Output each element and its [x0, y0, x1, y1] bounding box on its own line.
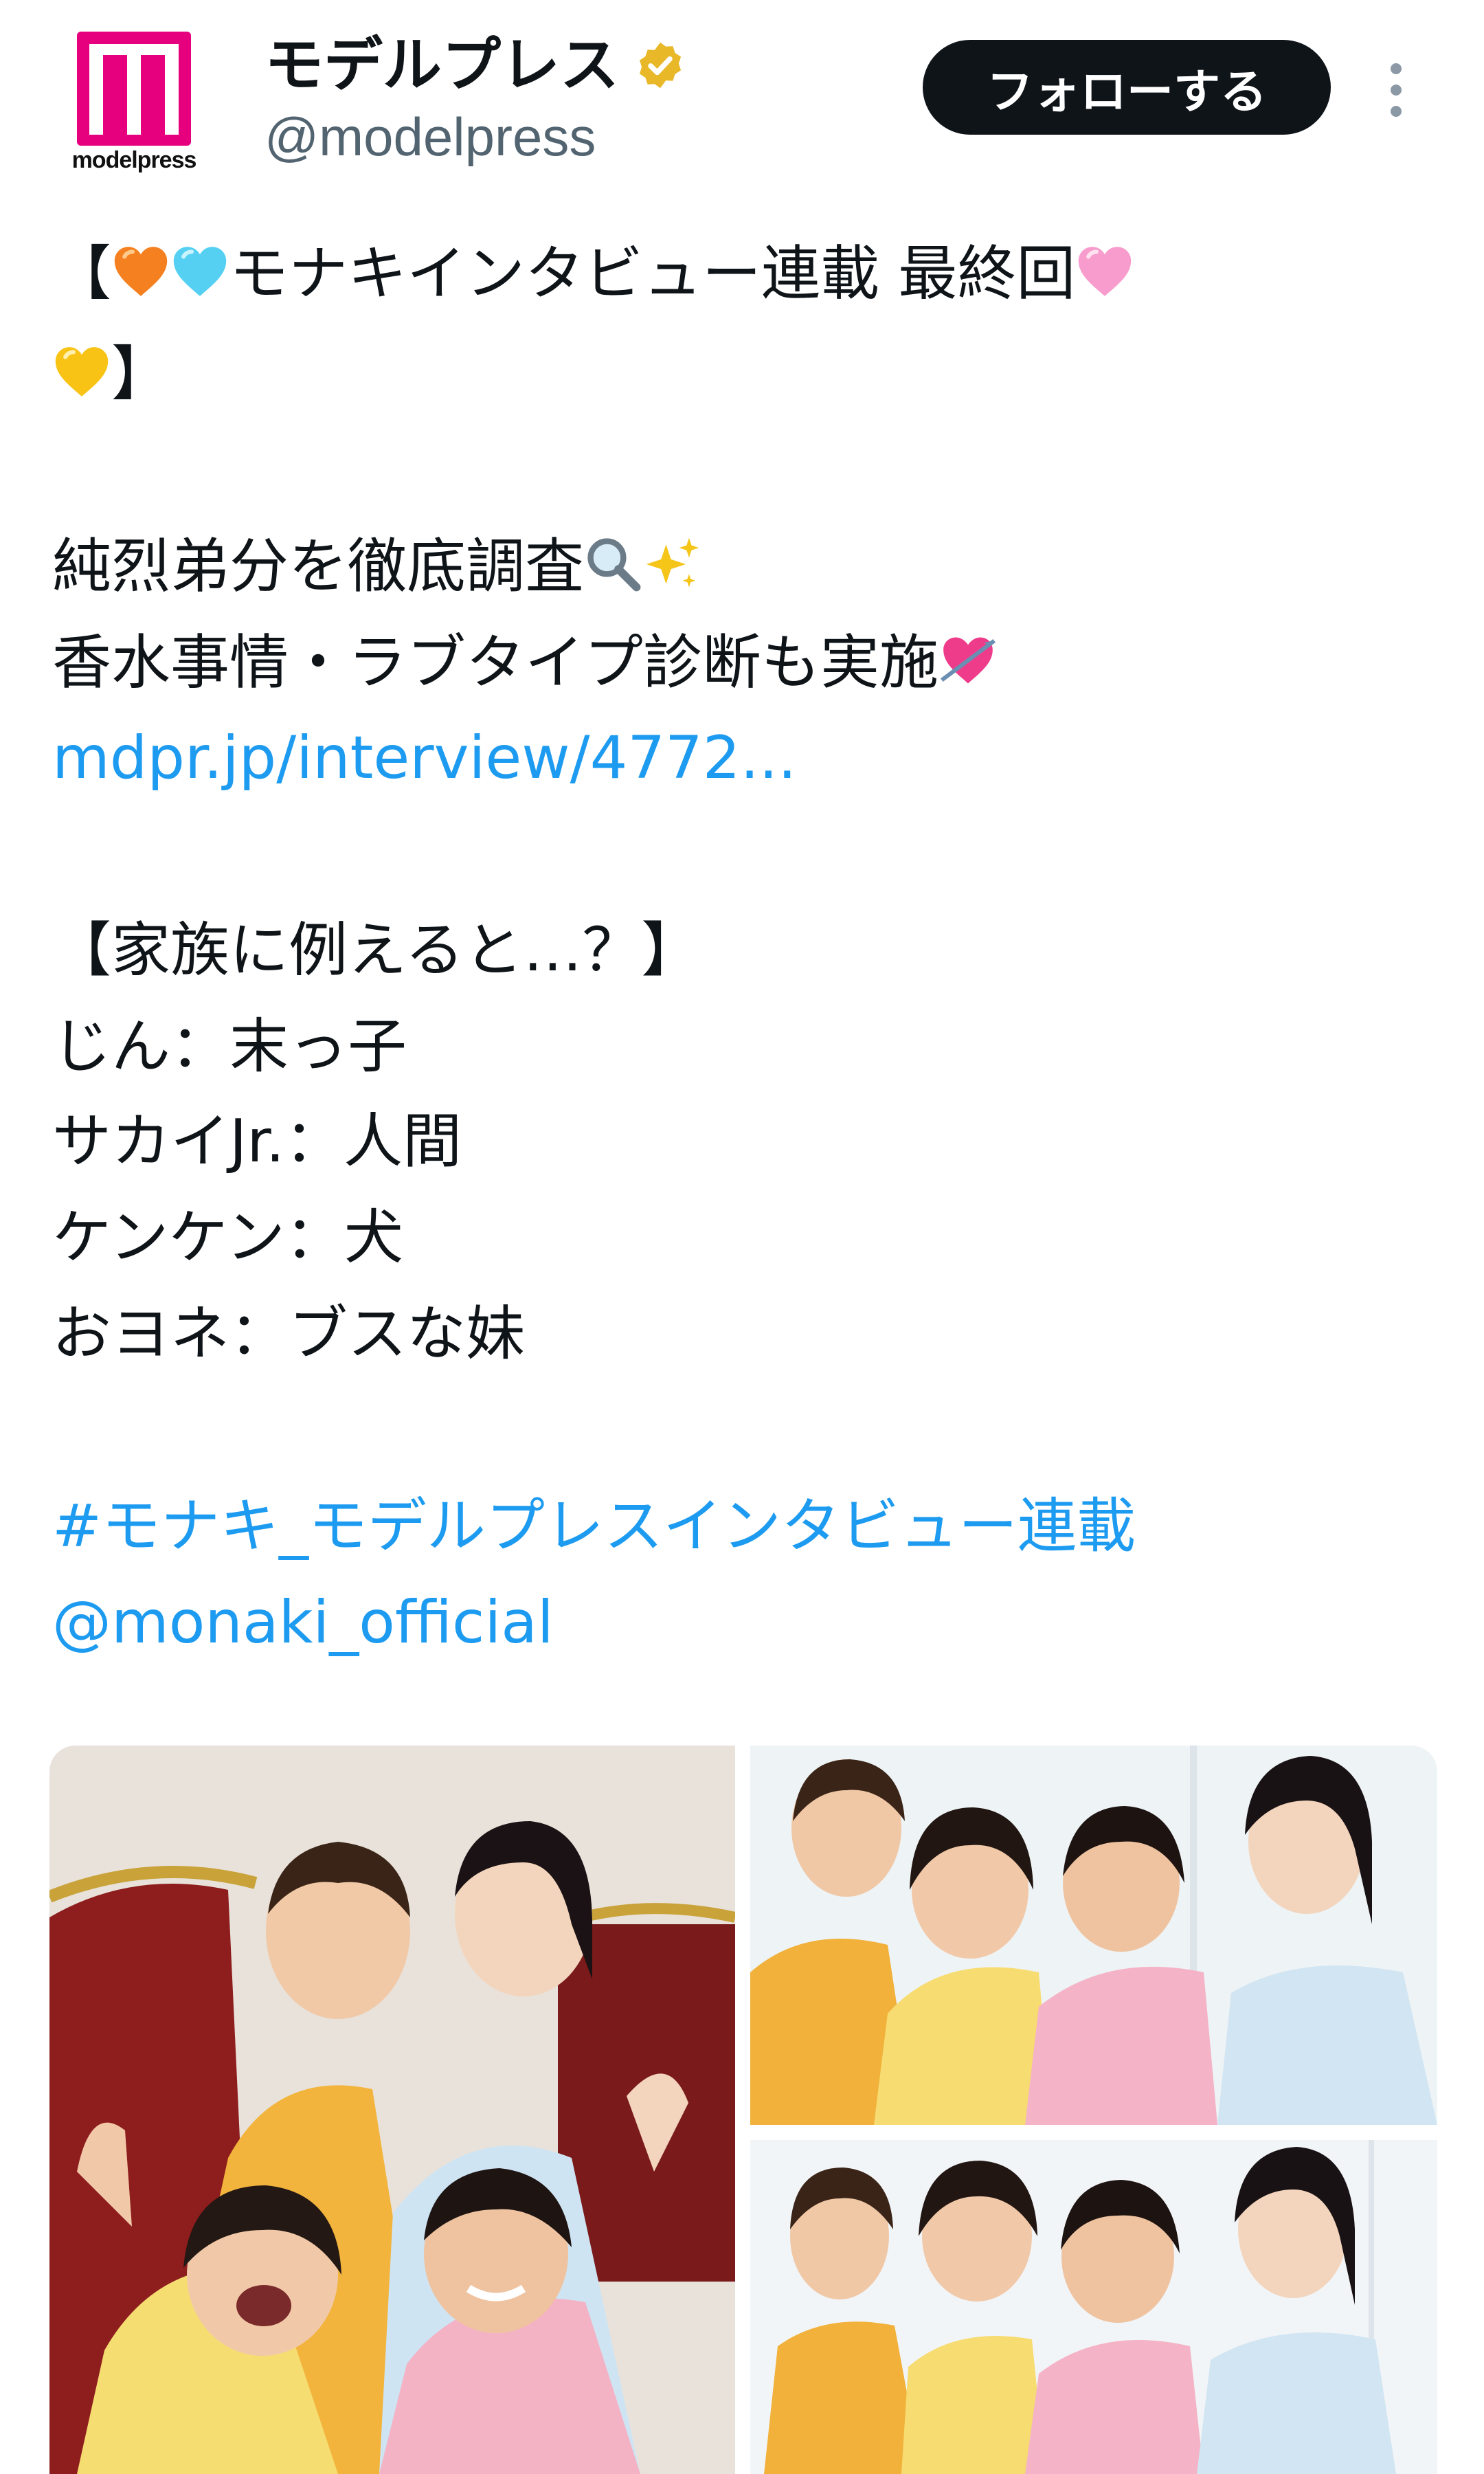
- tweet-line-1: 【モナキインタビュー連載 最終回: [52, 242, 1134, 304]
- tweet-line-3: 純烈弟分を徹底調査: [52, 535, 702, 597]
- family-section-title: 【家族に例えると…？】: [52, 916, 701, 985]
- hashtag-link[interactable]: #モナキ_モデルプレスインタビュー連載: [52, 1497, 1136, 1556]
- pink-heart-icon: [1079, 247, 1132, 296]
- family-item-4: おヨネ：ブスな妹: [52, 1300, 525, 1368]
- follow-button[interactable]: フォローする: [923, 40, 1331, 135]
- media-photo-3[interactable]: [750, 2140, 1437, 2474]
- more-vertical-icon[interactable]: [1381, 59, 1415, 121]
- name-row: モデルプレス: [265, 27, 686, 103]
- sparkles-icon: [646, 537, 699, 588]
- family-item-2: サカイJr.：人間: [52, 1107, 462, 1176]
- media-grid: [49, 1746, 1437, 2474]
- heart-with-arrow-icon: [940, 637, 996, 684]
- family-item-1: じん：末っ子: [52, 1012, 407, 1081]
- media-photo-1[interactable]: [49, 1746, 735, 2474]
- modelpress-logo-icon: [77, 32, 191, 146]
- media-photo-2[interactable]: [750, 1746, 1437, 2125]
- light-blue-heart-icon: [173, 247, 227, 296]
- group-photo-row-image: [750, 1746, 1437, 2125]
- mention-link[interactable]: @monaki_official: [52, 1593, 554, 1652]
- verified-badge-icon: [639, 42, 682, 89]
- group-photo-on-sofa-image: [49, 1746, 735, 2474]
- article-link[interactable]: mdpr.jp/interview/4772...: [52, 728, 796, 788]
- account-avatar[interactable]: modelpress: [69, 32, 199, 176]
- family-item-3: ケンケン：犬: [52, 1203, 403, 1272]
- display-name[interactable]: モデルプレス: [265, 36, 619, 95]
- tweet-line-4: 香水事情・ラブタイプ診断も実施: [52, 631, 998, 693]
- tweet-line-2: 】: [52, 342, 170, 404]
- magnifier-icon: [587, 538, 641, 592]
- tweet-header: modelpress モデルプレス @modelpress フォローする: [0, 0, 1484, 206]
- orange-heart-icon: [114, 247, 168, 296]
- group-photo-row-2-image: [750, 2140, 1437, 2474]
- logo-wordmark: modelpress: [71, 147, 197, 173]
- yellow-heart-icon: [55, 347, 109, 397]
- account-handle[interactable]: @modelpress: [265, 110, 596, 164]
